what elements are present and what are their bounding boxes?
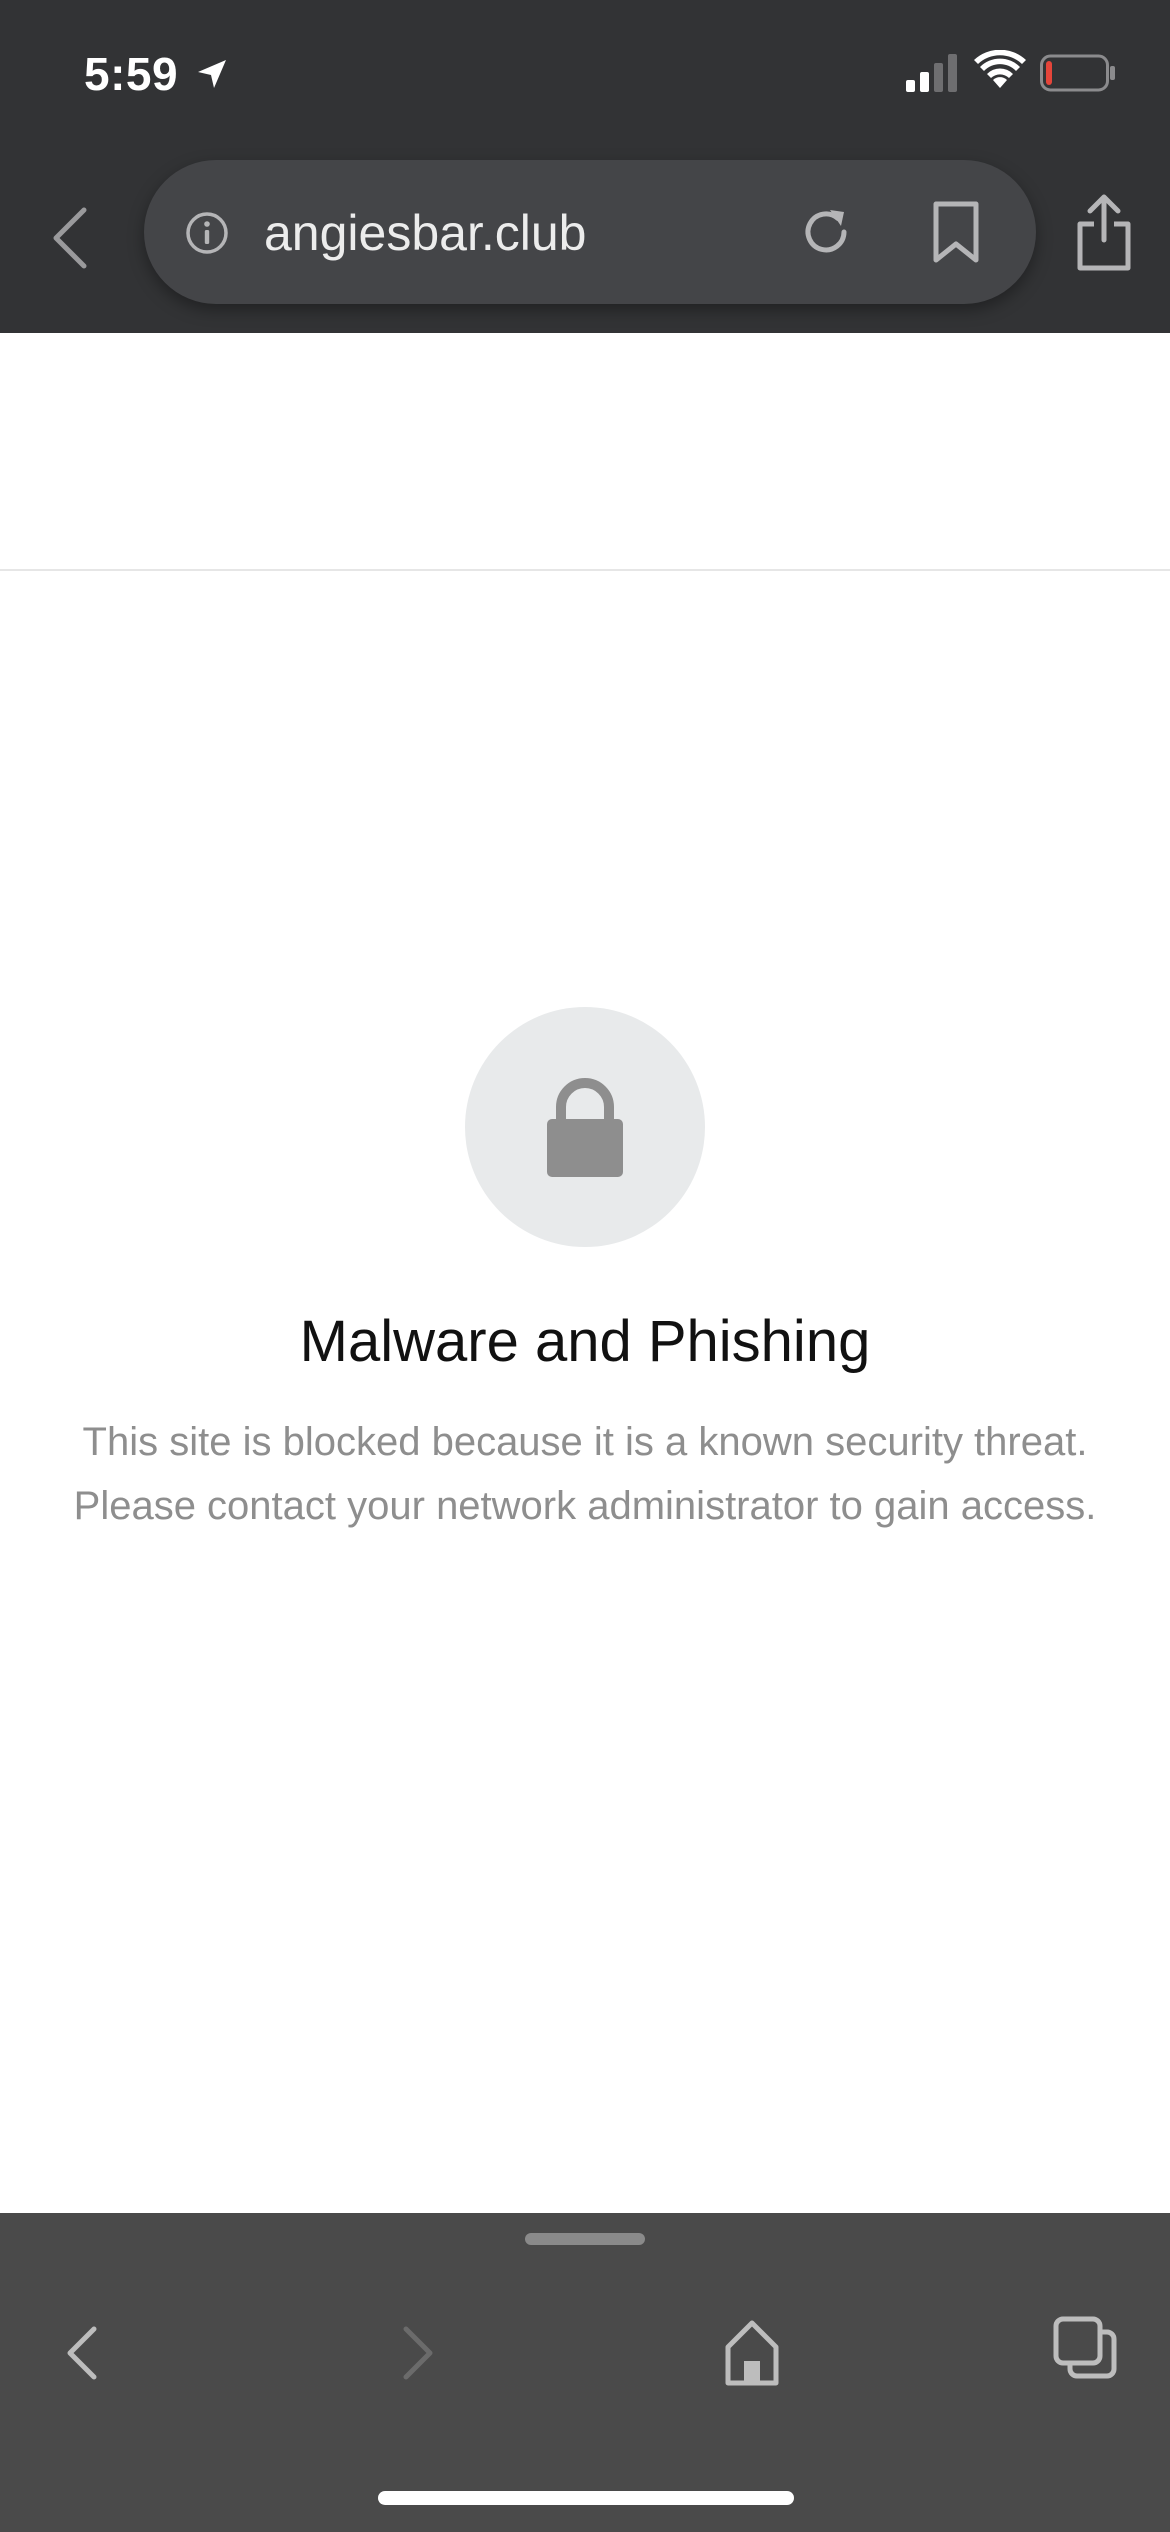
info-icon[interactable] bbox=[184, 210, 230, 256]
block-message-line-2: Please contact your network administrato… bbox=[73, 1484, 1097, 1528]
location-arrow-icon bbox=[198, 60, 226, 88]
tabs-icon[interactable] bbox=[1050, 2313, 1120, 2383]
lock-icon bbox=[547, 1078, 623, 1177]
wifi-icon bbox=[974, 50, 1026, 88]
drag-handle[interactable] bbox=[525, 2233, 645, 2245]
home-icon[interactable] bbox=[722, 2313, 782, 2389]
url-field[interactable]: angiesbar.club bbox=[144, 160, 1036, 304]
block-title: Malware and Phishing bbox=[299, 1309, 871, 1374]
cellular-signal-icon bbox=[906, 54, 957, 92]
share-icon[interactable] bbox=[1074, 192, 1134, 272]
url-text: angiesbar.club bbox=[264, 205, 587, 261]
page-header-area bbox=[0, 333, 1170, 571]
battery-low-icon bbox=[1040, 54, 1115, 92]
home-indicator bbox=[378, 2491, 794, 2505]
url-bar-row: angiesbar.club bbox=[0, 140, 1170, 333]
toolbar-back-button[interactable] bbox=[40, 198, 100, 278]
bookmark-icon[interactable] bbox=[928, 200, 984, 264]
back-icon[interactable] bbox=[54, 2313, 110, 2393]
status-time: 5:59 bbox=[84, 48, 179, 100]
forward-icon[interactable] bbox=[390, 2313, 446, 2393]
reload-icon[interactable] bbox=[794, 200, 858, 264]
block-message-line-1: This site is blocked because it is a kno… bbox=[82, 1420, 1088, 1464]
back-chevron-icon bbox=[53, 207, 87, 269]
status-bar: 5:59 bbox=[0, 0, 1170, 140]
block-message: This site is blocked because it is a kno… bbox=[0, 1410, 1170, 1538]
bottom-toolbar bbox=[0, 2213, 1170, 2532]
lock-badge bbox=[465, 1007, 705, 1247]
browser-top-chrome: 5:59 angiesbar.club bbox=[0, 0, 1170, 333]
